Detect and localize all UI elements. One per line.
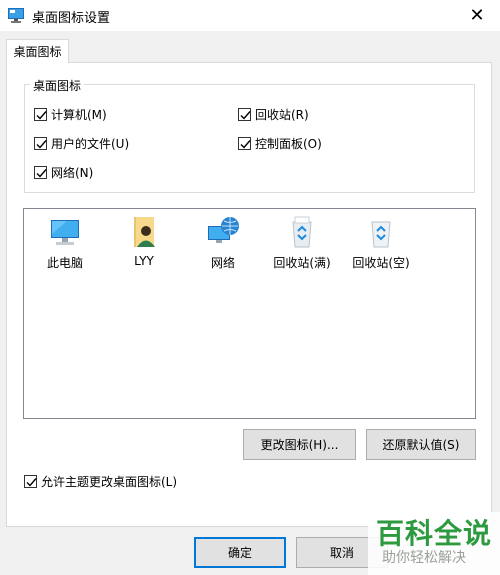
checkbox-allow-themes[interactable]: 允许主题更改桌面图标(L) xyxy=(24,473,177,489)
network-icon xyxy=(208,217,239,243)
close-button[interactable]: ✕ xyxy=(454,0,500,31)
checkbox-box[interactable] xyxy=(34,107,47,121)
desktop-settings-icon xyxy=(8,8,24,23)
checkmark-icon xyxy=(36,139,47,149)
close-icon: ✕ xyxy=(469,5,485,26)
change-icon-button[interactable]: 更改图标(H)... xyxy=(243,429,356,460)
groupbox-title: 桌面图标 xyxy=(30,77,85,94)
title-bar: 桌面图标设置 ✕ xyxy=(0,0,500,31)
checkbox-label: 控制面板(O) xyxy=(255,136,322,151)
recycle-bin-empty-icon xyxy=(371,221,391,248)
button-label: 取消 xyxy=(329,546,354,560)
checkbox-label: 用户的文件(U) xyxy=(51,136,130,151)
checkbox-user-files[interactable]: 用户的文件(U) xyxy=(34,135,129,151)
item-label: 此电脑 xyxy=(46,256,83,270)
checkbox-recycle-bin[interactable]: 回收站(R) xyxy=(238,106,309,122)
checkbox-control-panel[interactable]: 控制面板(O) xyxy=(238,135,322,151)
computer-icon xyxy=(51,220,79,245)
item-label: 回收站(满) xyxy=(273,256,331,270)
tab-label: 桌面图标 xyxy=(13,45,62,59)
item-label: LYY xyxy=(134,254,154,268)
checkbox-box[interactable] xyxy=(238,107,251,121)
item-label: 网络 xyxy=(210,256,235,270)
button-label: 更改图标(H)... xyxy=(260,438,339,452)
list-item-user-folder[interactable]: LYY xyxy=(104,209,184,275)
list-item-recycle-bin-full[interactable]: 回收站(满) xyxy=(262,209,342,275)
list-item-this-pc[interactable]: 此电脑 xyxy=(25,209,105,275)
checkbox-computer[interactable]: 计算机(M) xyxy=(34,106,107,122)
watermark: 百科全说 助你轻松解决 xyxy=(368,512,500,575)
checkmark-icon xyxy=(240,139,251,149)
button-label: 确定 xyxy=(227,546,252,560)
checkbox-label: 网络(N) xyxy=(51,165,94,180)
checkbox-label: 回收站(R) xyxy=(255,107,309,122)
list-item-network[interactable]: 网络 xyxy=(183,209,263,275)
icon-list[interactable]: 此电脑 LYY 网络 回收站(满) 回收站(空) xyxy=(23,208,476,419)
checkbox-label: 计算机(M) xyxy=(51,107,107,122)
checkbox-box[interactable] xyxy=(34,165,47,179)
checkmark-icon xyxy=(240,110,251,120)
restore-default-button[interactable]: 还原默认值(S) xyxy=(366,429,476,460)
checkbox-box[interactable] xyxy=(24,474,37,488)
checkmark-icon xyxy=(36,110,47,120)
list-item-recycle-bin-empty[interactable]: 回收站(空) xyxy=(341,209,421,275)
checkmark-icon xyxy=(26,477,37,487)
recycle-bin-full-icon xyxy=(292,216,312,248)
ok-button[interactable]: 确定 xyxy=(194,537,286,568)
checkbox-label: 允许主题更改桌面图标(L) xyxy=(41,474,178,489)
checkbox-box[interactable] xyxy=(238,136,251,150)
checkbox-network[interactable]: 网络(N) xyxy=(34,164,93,180)
tab-desktop-icons[interactable]: 桌面图标 xyxy=(6,39,69,63)
button-label: 还原默认值(S) xyxy=(382,438,460,452)
checkmark-icon xyxy=(36,168,47,178)
user-folder-icon xyxy=(134,217,155,247)
watermark-title: 百科全说 xyxy=(376,517,493,550)
item-label: 回收站(空) xyxy=(352,256,410,270)
watermark-subtitle: 助你轻松解决 xyxy=(382,550,466,566)
checkbox-box[interactable] xyxy=(34,136,47,150)
window-title: 桌面图标设置 xyxy=(32,11,111,26)
